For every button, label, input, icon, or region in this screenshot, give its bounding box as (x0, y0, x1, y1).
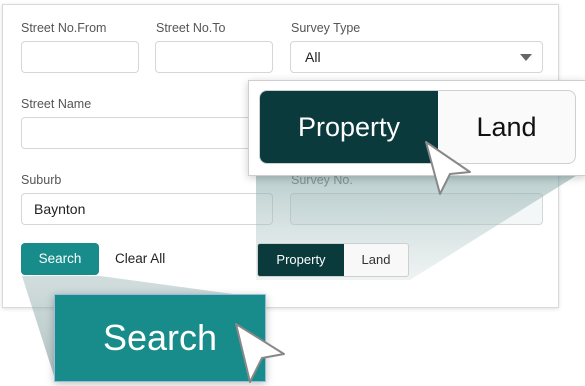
toggle-property[interactable]: Property (258, 244, 344, 276)
street-no-to-label: Street No.To (156, 21, 226, 35)
street-no-from-input[interactable] (21, 41, 139, 73)
survey-no-input[interactable] (290, 193, 543, 225)
suburb-input[interactable]: Baynton (21, 193, 273, 225)
street-name-label: Street Name (21, 97, 92, 111)
clear-all-link[interactable]: Clear All (115, 251, 165, 266)
suburb-label: Suburb (21, 173, 62, 187)
survey-type-select[interactable]: All (290, 41, 543, 73)
zoom-callout-toggle: Property Land (248, 80, 585, 176)
survey-category-toggle: Property Land (257, 243, 409, 277)
cursor-arrow-icon (425, 141, 471, 195)
survey-type-label: Survey Type (291, 21, 361, 35)
street-name-input[interactable] (21, 117, 273, 149)
cursor-arrow-icon (235, 323, 285, 383)
search-button[interactable]: Search (21, 243, 99, 275)
chevron-down-icon (520, 54, 532, 61)
toggle-land[interactable]: Land (344, 244, 408, 276)
survey-type-value: All (305, 49, 321, 65)
street-no-to-input[interactable] (155, 41, 273, 73)
street-no-from-label: Street No.From (21, 21, 107, 35)
zoom-toggle-property: Property (260, 91, 438, 163)
